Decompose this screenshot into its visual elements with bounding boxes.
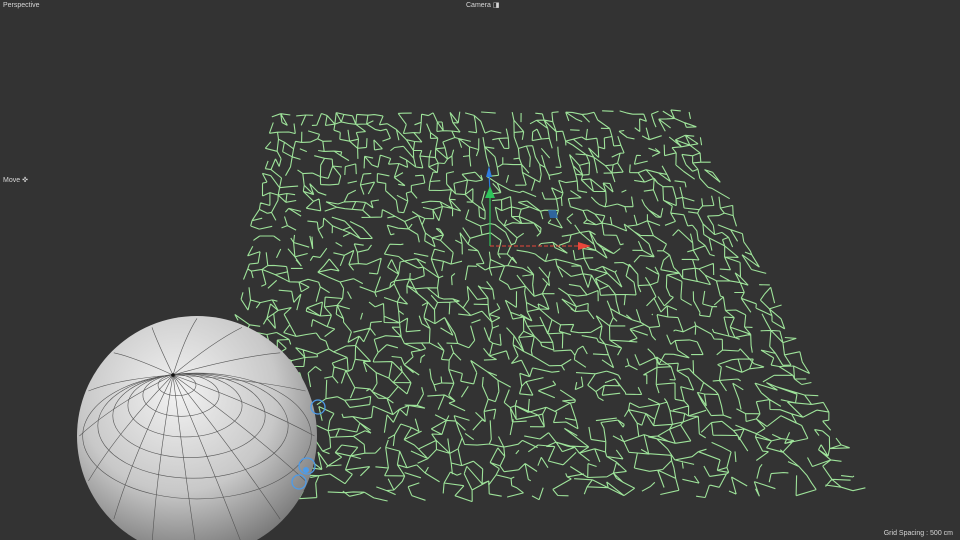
active-tool-label: Move xyxy=(3,177,21,184)
active-tool-indicator: Move ✜ xyxy=(3,176,28,185)
3d-viewport[interactable]: Perspective Camera ◨ Move ✜ Grid Spacing :… xyxy=(0,0,960,540)
collider-sphere[interactable] xyxy=(77,316,317,540)
scene-canvas[interactable] xyxy=(0,0,960,540)
camera-menu[interactable]: Camera ◨ xyxy=(466,1,500,10)
contact-marker-icon xyxy=(303,467,309,473)
view-name-label[interactable]: Perspective xyxy=(3,1,40,10)
gizmo-z-arrow-icon[interactable] xyxy=(486,166,492,177)
grid-spacing-readout: Grid Spacing : 500 cm xyxy=(883,530,953,537)
camera-menu-icon[interactable]: ◨ xyxy=(493,1,500,10)
gizmo-plane-handle-icon[interactable] xyxy=(548,210,558,218)
move-crosshair-icon: ✜ xyxy=(22,177,28,184)
gizmo-y-arrow-icon[interactable] xyxy=(485,186,495,198)
camera-label: Camera xyxy=(466,2,491,9)
